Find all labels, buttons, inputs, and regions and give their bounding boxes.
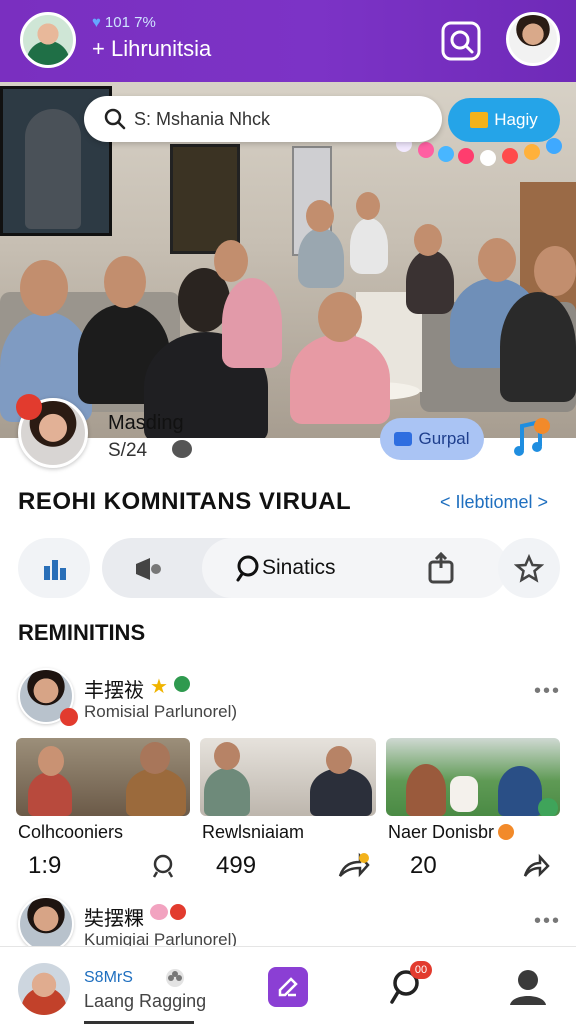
feed-subtitle: Romisial Parlunorel) [84, 702, 238, 721]
more-icon[interactable]: ••• [534, 910, 561, 933]
compose-button[interactable] [268, 967, 308, 1007]
happy-button[interactable]: Hagiy [448, 98, 560, 142]
wall-poster [170, 144, 240, 254]
header-stats-text: 101 7% [104, 14, 156, 31]
card-count: 499 [216, 852, 257, 879]
happy-button-label: Hagiy [494, 110, 538, 129]
nav-user-name: S8MrS [84, 969, 133, 986]
feed-name: 奘摆粿 [84, 908, 144, 930]
clover-icon [166, 969, 184, 987]
goal-button[interactable]: Gurpal [380, 418, 484, 460]
star-icon [514, 554, 544, 583]
host-time: S/24 [108, 440, 148, 461]
host-name: Masding [108, 412, 184, 434]
share-icon[interactable] [426, 552, 456, 584]
channel-avatar[interactable] [20, 12, 76, 68]
goal-button-label: Gurpal [418, 429, 470, 448]
leaf-icon [174, 676, 190, 692]
favorite-button[interactable] [498, 538, 560, 598]
fire-icon [498, 824, 514, 840]
card-count: 20 [410, 852, 437, 879]
stats-button[interactable] [18, 538, 90, 598]
edit-icon [278, 977, 298, 997]
card-thumbnail[interactable] [200, 738, 376, 816]
statistics-button[interactable] [202, 538, 508, 598]
bar-chart-icon [44, 560, 66, 580]
more-icon[interactable]: ••• [534, 680, 561, 703]
card-title: Rewlsniaiam [202, 822, 305, 842]
feed-avatar[interactable] [18, 896, 74, 952]
card-title: Colhcooniers [18, 822, 124, 842]
feed-name: 丰摆祓 [84, 680, 144, 702]
megaphone-icon[interactable] [132, 554, 164, 584]
search-placeholder: S: Mshania Nhck [134, 108, 271, 129]
search-icon[interactable] [440, 20, 482, 62]
star-emoji-icon: ★ [150, 676, 168, 698]
card-title: Naer Donisbr [388, 822, 495, 842]
nav-avatar[interactable] [18, 963, 70, 1015]
top-header: ♥ 101 7% + Lihrunitsia [0, 0, 576, 82]
header-stats: ♥ 101 7% [92, 14, 156, 31]
section-title: REOHI KOMNITANS VIRUAL [18, 488, 352, 515]
profile-icon[interactable] [506, 967, 550, 1007]
card-thumbnail[interactable] [16, 738, 190, 816]
nav-status: Laang Ragging [84, 991, 207, 1011]
subsection-title: REMINITINS [18, 620, 146, 645]
header-title: + Lihrunitsia [92, 36, 212, 61]
statistics-label: Sinatics [262, 556, 336, 579]
share-arrow-icon[interactable] [336, 852, 372, 880]
heart-icon: ♥ [92, 14, 101, 31]
search-icon[interactable] [150, 852, 178, 880]
ticket-icon [394, 432, 413, 446]
search-bar[interactable]: S: Mshania Nhck [84, 96, 442, 142]
music-note-icon[interactable] [510, 416, 550, 460]
share-arrow-icon[interactable] [522, 852, 550, 880]
flag-icon [16, 394, 42, 420]
card-count: 1:9 [28, 852, 62, 879]
search-icon [104, 108, 126, 130]
user-profile-avatar[interactable] [506, 12, 560, 66]
action-pill: Sinatics [102, 538, 508, 598]
live-badge-icon [60, 708, 78, 726]
shopping-bag-icon [470, 112, 489, 128]
section-more-link[interactable]: < Ilebtiomel > [440, 492, 548, 513]
chat-search-icon [236, 555, 259, 582]
flower-icon [150, 904, 168, 920]
bottom-navigation: S8MrS Laang Ragging 00 [0, 946, 576, 1024]
notification-badge: 00 [410, 961, 432, 979]
chat-bubble-icon[interactable] [172, 440, 192, 458]
flower-icon [170, 904, 186, 920]
card-thumbnail[interactable] [386, 738, 560, 816]
